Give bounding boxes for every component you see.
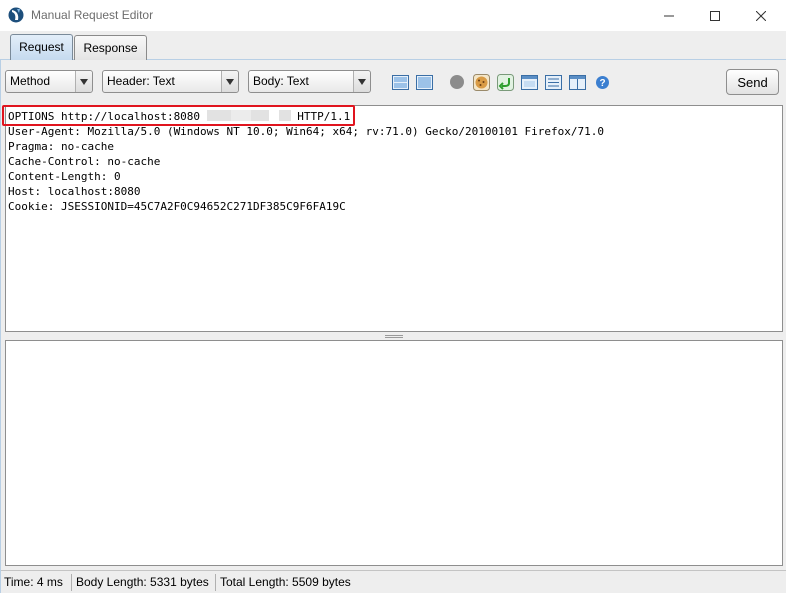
minimize-button[interactable] [646,0,692,31]
request-line-text: OPTIONS http://localhost:8080 [8,110,201,123]
tab-response[interactable]: Response [74,35,147,60]
split-vertical-icon[interactable] [415,73,433,91]
header-line: Content-Length: 0 [8,170,121,183]
body-format-select[interactable]: Body: Text [248,70,371,93]
header-format-select[interactable]: Header: Text [102,70,239,93]
title-bar: Manual Request Editor [0,0,786,31]
method-select-value: Method [10,74,51,88]
status-divider [215,574,216,591]
chevron-down-icon [221,71,238,92]
tab-request[interactable]: Request [10,34,73,61]
divider-grip [385,334,403,338]
status-bar: Time: 4 ms Body Length: 5331 bytes Total… [1,570,786,593]
body-length-status: Body Length: 5331 bytes [76,575,209,589]
chevron-down-icon [75,71,92,92]
request-line-version: HTTP/1.1 [290,110,351,123]
split-pane-divider[interactable] [1,332,786,340]
maximize-button[interactable] [692,0,738,31]
redacted-path [230,110,251,121]
help-icon[interactable]: ? [593,73,611,91]
method-select[interactable]: Method [5,70,93,93]
redacted-path [278,110,291,121]
status-divider [71,574,72,591]
window-title: Manual Request Editor [31,8,154,22]
toolbar: Method Header: Text Body: Text ? Send [1,60,786,104]
request-line: OPTIONS http://localhost:8080 HTTP/1.1 [8,109,782,124]
chevron-down-icon [353,71,370,92]
body-editor[interactable] [5,340,783,566]
tab-strip: Request Response [0,31,786,61]
header-line: Cookie: JSESSIONID=45C7A2F0C94652C271DF3… [8,200,346,213]
total-length-status: Total Length: 5509 bytes [220,575,351,589]
header-line: Host: localhost:8080 [8,185,141,198]
send-button[interactable]: Send [726,69,779,95]
redacted-path [250,110,269,121]
body-format-value: Body: Text [253,74,309,88]
redacted-path [206,110,231,121]
follow-redirect-icon[interactable] [496,73,514,91]
header-line: Cache-Control: no-cache [8,155,161,168]
zap-logo-icon [8,7,24,23]
window-icon[interactable] [520,73,538,91]
svg-text:?: ? [599,78,605,89]
redacted-path [268,110,279,121]
table-view-icon[interactable] [568,73,586,91]
request-panel: Method Header: Text Body: Text ? Send OP… [0,60,786,593]
list-view-icon[interactable] [544,73,562,91]
close-button[interactable] [738,0,784,31]
request-editor[interactable]: OPTIONS http://localhost:8080 HTTP/1.1 Us… [5,105,783,332]
split-horizontal-icon[interactable] [391,73,409,91]
header-line: Pragma: no-cache [8,140,114,153]
header-line: User-Agent: Mozilla/5.0 (Windows NT 10.0… [8,125,605,138]
circle-icon[interactable] [448,73,466,91]
cookie-icon[interactable] [472,73,490,91]
time-status: Time: 4 ms [4,575,63,589]
header-format-value: Header: Text [107,74,175,88]
